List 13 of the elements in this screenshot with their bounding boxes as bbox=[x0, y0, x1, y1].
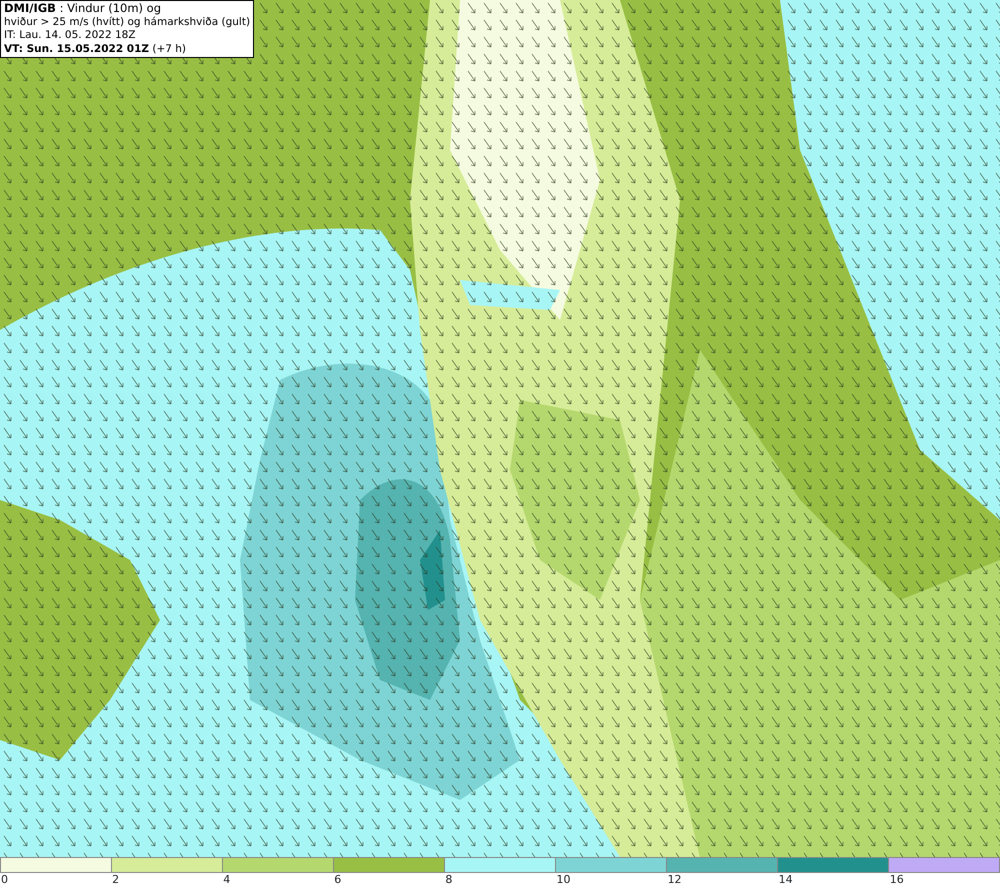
info-text: hviður > 25 m/s (hvítt) og hámarkshviða (gult) bbox=[4, 16, 250, 29]
legend-tick-label: 10 bbox=[556, 873, 570, 886]
info-text: VT: Sun. 15.05.2022 01Z (+7 h) bbox=[4, 42, 188, 56]
legend-tick-label: 2 bbox=[112, 873, 120, 886]
legend-tick-label: 12 bbox=[668, 873, 682, 886]
legend-tick-label: 14 bbox=[778, 873, 793, 886]
info-text: DMI/IGB : Vindur (10m) og bbox=[4, 2, 162, 16]
legend-tick-label: 4 bbox=[223, 873, 230, 886]
legend-tick-label: 0 bbox=[1, 873, 8, 886]
info-text: IT: Lau. 14. 05. 2022 18Z bbox=[4, 29, 137, 42]
legend-tick-label: 6 bbox=[334, 873, 342, 886]
legend-tick-label: 16 bbox=[890, 873, 904, 886]
legend-tick-label: 8 bbox=[445, 873, 452, 886]
